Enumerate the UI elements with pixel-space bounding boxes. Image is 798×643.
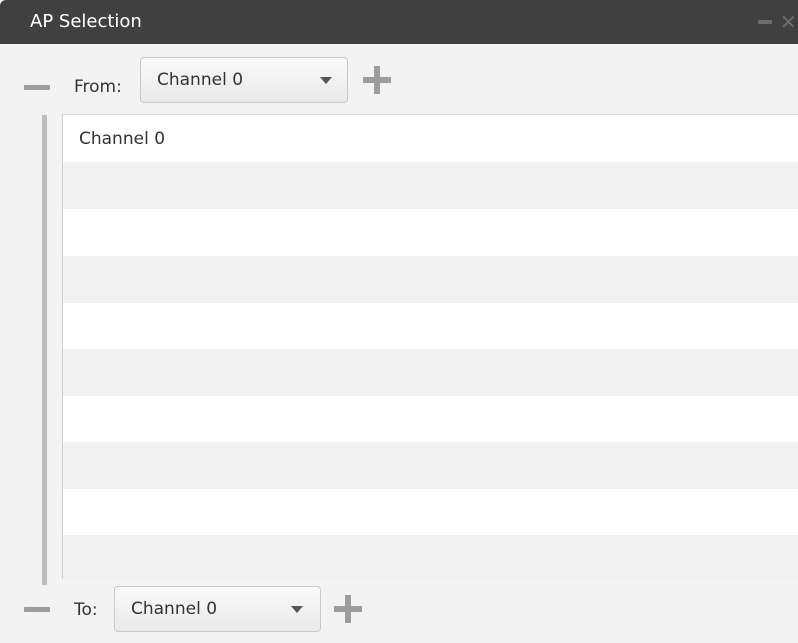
window-title: AP Selection xyxy=(30,11,142,32)
to-label: To: xyxy=(74,600,98,620)
chevron-down-icon xyxy=(320,77,332,84)
tree-connector-line xyxy=(42,115,47,585)
from-dropdown-value: Channel 0 xyxy=(157,70,244,90)
chevron-down-icon xyxy=(291,606,303,613)
to-dropdown[interactable]: Channel 0 xyxy=(114,586,321,632)
channel-list[interactable]: Channel 0 xyxy=(62,114,798,579)
from-dropdown[interactable]: Channel 0 xyxy=(140,57,348,103)
list-row-stripe xyxy=(63,256,798,303)
add-to-button[interactable] xyxy=(334,595,362,623)
to-dropdown-value: Channel 0 xyxy=(131,599,218,619)
remove-from-button[interactable] xyxy=(24,85,50,90)
list-row-stripe xyxy=(63,349,798,396)
list-item[interactable]: Channel 0 xyxy=(79,129,165,149)
list-row-stripe xyxy=(63,442,798,489)
minimize-icon[interactable] xyxy=(758,20,772,24)
remove-to-button[interactable] xyxy=(24,607,50,612)
add-from-button[interactable] xyxy=(363,66,391,94)
title-bar: AP Selection ✕ xyxy=(0,0,798,44)
list-row-stripe xyxy=(63,535,798,579)
list-row-stripe xyxy=(63,162,798,209)
close-icon[interactable]: ✕ xyxy=(780,12,798,32)
from-label: From: xyxy=(74,77,122,97)
